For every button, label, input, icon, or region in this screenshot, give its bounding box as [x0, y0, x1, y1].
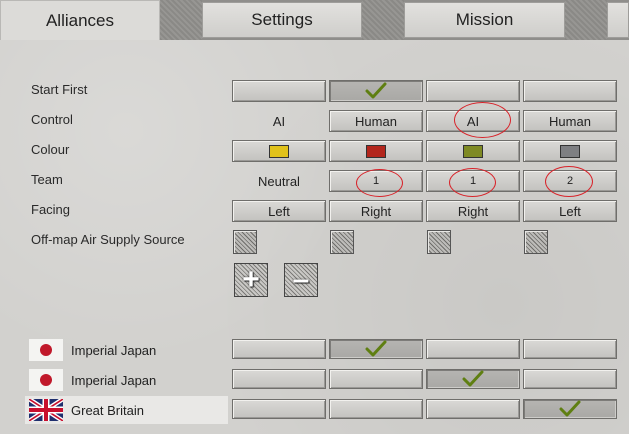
plus-icon: +: [242, 263, 260, 296]
colour-swatch: [366, 144, 386, 158]
assign-button[interactable]: [232, 339, 326, 359]
uk-flag-icon: [27, 397, 65, 423]
label-colour: Colour: [31, 142, 70, 157]
air-supply-checkbox-2[interactable]: [330, 230, 354, 254]
air-supply-checkbox-4[interactable]: [524, 230, 548, 254]
air-supply-checkbox-3[interactable]: [427, 230, 451, 254]
control-button-2[interactable]: Human: [329, 110, 423, 132]
assign-button[interactable]: [329, 369, 423, 389]
facing-button-2[interactable]: Right: [329, 200, 423, 222]
assign-button[interactable]: [426, 399, 520, 419]
alliances-screen: Alliances Settings Mission Start First C…: [0, 0, 629, 434]
facing-button-1[interactable]: Left: [232, 200, 326, 222]
assign-button[interactable]: [523, 369, 617, 389]
remove-side-button[interactable]: –: [284, 263, 318, 297]
label-air-supply: Off-map Air Supply Source: [31, 232, 185, 247]
facing-button-4[interactable]: Left: [523, 200, 617, 222]
nation-row-selected[interactable]: Great Britain: [25, 396, 228, 424]
colour-button-3[interactable]: [426, 140, 520, 162]
label-control: Control: [31, 112, 73, 127]
nation-name: Imperial Japan: [71, 372, 157, 388]
facing-button-3[interactable]: Right: [426, 200, 520, 222]
assign-button[interactable]: [329, 399, 423, 419]
colour-button-2[interactable]: [329, 140, 423, 162]
label-start-first: Start First: [31, 82, 88, 97]
label-team: Team: [31, 172, 63, 187]
japan-flag-icon: [29, 369, 63, 391]
tab-bar: Alliances Settings Mission: [0, 0, 629, 40]
assign-button-selected[interactable]: [329, 339, 423, 359]
start-first-button-3[interactable]: [426, 80, 520, 102]
japan-flag-icon: [29, 339, 63, 361]
start-first-button-2[interactable]: [329, 80, 423, 102]
checkmark-icon: [365, 340, 387, 357]
team-value-1: Neutral: [258, 173, 300, 189]
start-first-button-4[interactable]: [523, 80, 617, 102]
colour-button-1[interactable]: [232, 140, 326, 162]
team-button-4[interactable]: 2: [523, 170, 617, 192]
tab-alliances[interactable]: Alliances: [0, 0, 160, 40]
minus-icon: –: [292, 263, 310, 296]
team-button-2[interactable]: 1: [329, 170, 423, 192]
control-value-1: AI: [272, 113, 286, 129]
label-facing: Facing: [31, 202, 71, 217]
nation-row[interactable]: Imperial Japan: [25, 366, 156, 394]
add-side-button[interactable]: +: [234, 263, 268, 297]
team-button-3[interactable]: 1: [426, 170, 520, 192]
tab-separator: [160, 0, 202, 40]
control-button-3[interactable]: AI: [426, 110, 520, 132]
air-supply-checkbox-1[interactable]: [233, 230, 257, 254]
assign-button-selected[interactable]: [426, 369, 520, 389]
assign-button-selected[interactable]: [523, 399, 617, 419]
nation-name: Imperial Japan: [71, 342, 157, 358]
nation-name: Great Britain: [71, 402, 144, 418]
colour-swatch: [560, 144, 580, 158]
checkmark-icon: [559, 400, 581, 417]
assign-button[interactable]: [426, 339, 520, 359]
colour-swatch: [463, 144, 483, 158]
tab-settings[interactable]: Settings: [202, 2, 362, 38]
colour-button-4[interactable]: [523, 140, 617, 162]
checkmark-icon: [462, 370, 484, 387]
assign-button[interactable]: [232, 369, 326, 389]
assign-button[interactable]: [523, 339, 617, 359]
start-first-button-1[interactable]: [232, 80, 326, 102]
colour-swatch: [269, 144, 289, 158]
nation-row[interactable]: Imperial Japan: [25, 336, 156, 364]
checkmark-icon: [365, 82, 387, 99]
control-button-4[interactable]: Human: [523, 110, 617, 132]
tab-overflow[interactable]: [607, 2, 629, 38]
tab-separator: [362, 0, 404, 40]
tab-separator: [565, 0, 607, 40]
tab-mission[interactable]: Mission: [404, 2, 565, 38]
assign-button[interactable]: [232, 399, 326, 419]
